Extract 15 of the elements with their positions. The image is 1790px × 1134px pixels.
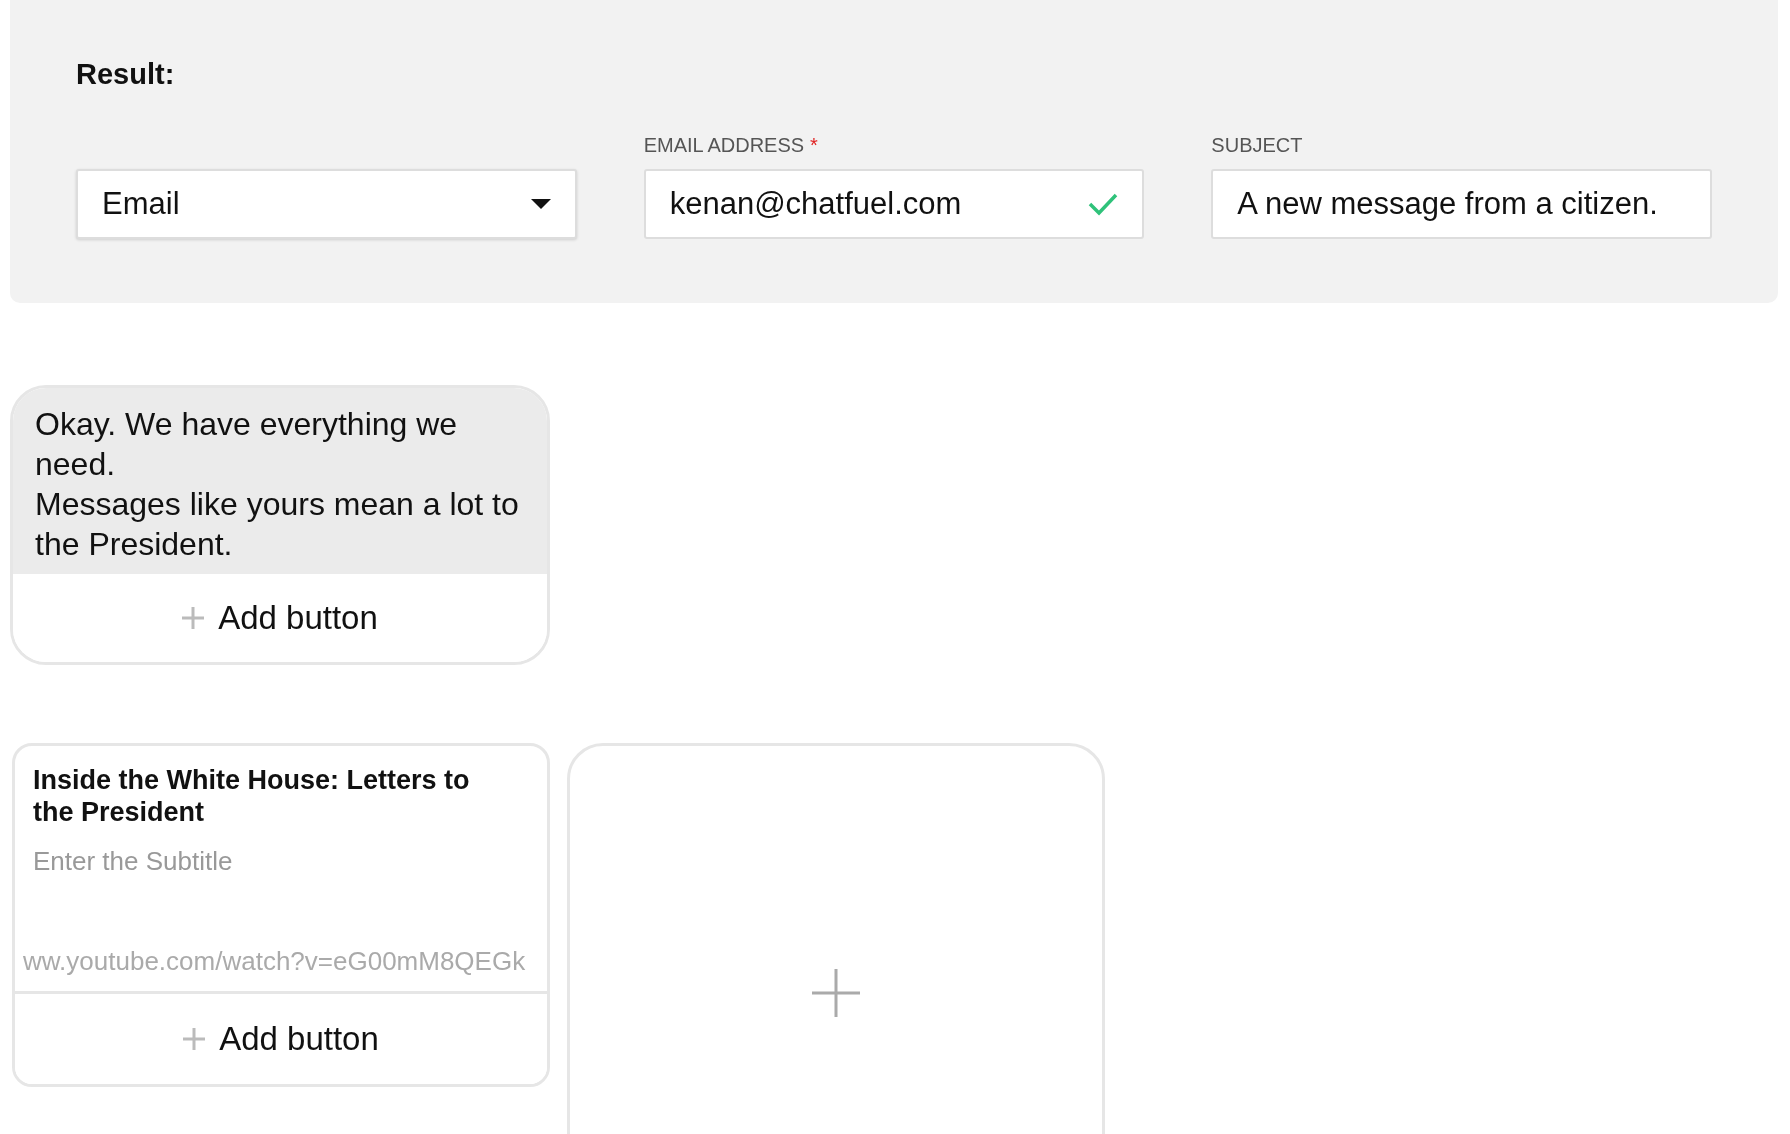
required-mark: * xyxy=(810,133,818,157)
plus-icon xyxy=(183,1028,206,1050)
card-title[interactable]: Inside the White House: Letters to the President xyxy=(33,764,539,828)
add-card-button[interactable] xyxy=(567,743,1105,1134)
action-select[interactable]: Email xyxy=(76,169,577,239)
plus-icon xyxy=(182,607,205,629)
field-label: SUBJECT xyxy=(1211,133,1303,157)
check-icon xyxy=(1088,192,1119,216)
plus-icon xyxy=(812,969,860,1017)
message-text: Okay. We have everything we need. Messages like yours mean a lot to the President. xyxy=(13,388,547,574)
field-label: EMAIL ADDRESS xyxy=(643,133,805,157)
caret-icon xyxy=(530,199,551,209)
email-field[interactable]: kenan@chatfuel.com xyxy=(643,169,1145,239)
result-heading: Result: xyxy=(76,58,176,91)
subject-field[interactable]: A new message from a citizen. xyxy=(1211,169,1712,239)
